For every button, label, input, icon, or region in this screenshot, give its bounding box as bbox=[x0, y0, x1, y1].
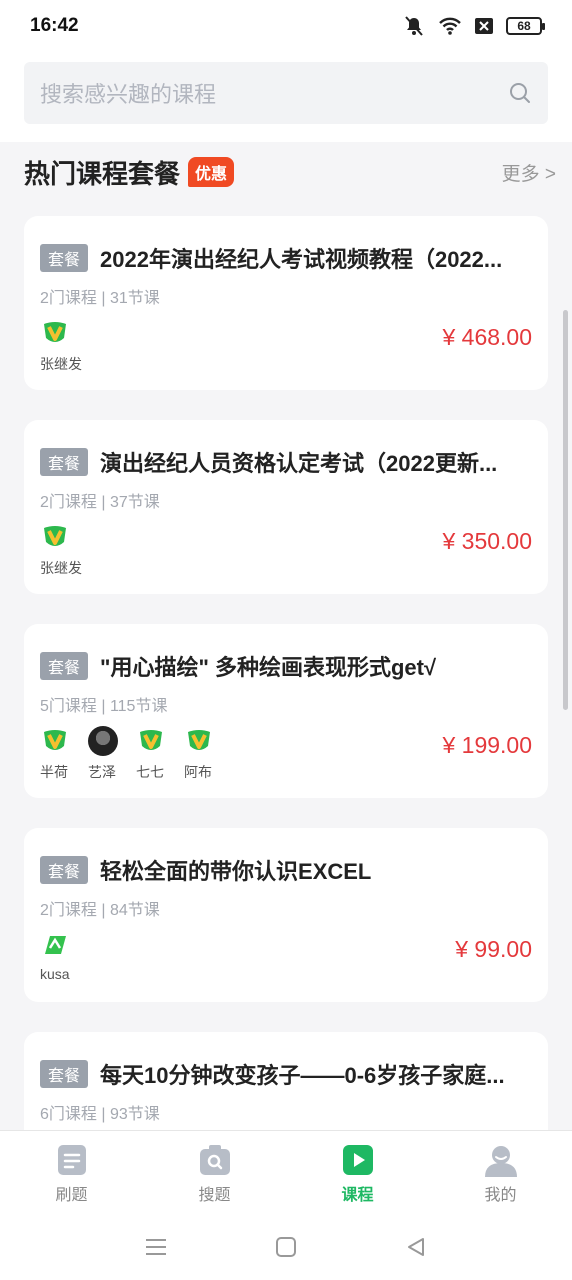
user-photo-avatar bbox=[88, 726, 118, 756]
section-header: 热门课程套餐 优惠 更多 > bbox=[24, 150, 556, 194]
section-title: 热门课程套餐 bbox=[24, 158, 181, 189]
teacher[interactable]: 阿布 bbox=[184, 726, 214, 782]
package-title: "用心描绘" 多种绘画表现形式get√ bbox=[100, 655, 437, 680]
discount-badge: 优惠 bbox=[188, 157, 235, 187]
package-list: 套餐 2022年演出经纪人考试视频教程（2022... 2门课程 | 31节课 … bbox=[24, 216, 548, 1236]
search-bar[interactable]: 搜索感兴趣的课程 bbox=[24, 62, 548, 124]
teacher[interactable]: 张继发 bbox=[40, 522, 82, 578]
teacher[interactable]: kusa bbox=[40, 930, 70, 982]
package-price: ¥ 99.00 bbox=[455, 936, 532, 962]
green-leaf-logo-icon bbox=[40, 930, 70, 960]
system-nav-bar bbox=[0, 1214, 572, 1280]
teacher[interactable]: 张继发 bbox=[40, 318, 82, 374]
package-title: 2022年演出经纪人考试视频教程（2022... bbox=[100, 247, 503, 272]
teacher-name: 半荷 bbox=[40, 764, 68, 780]
green-shield-logo-icon bbox=[40, 726, 70, 756]
package-title: 轻松全面的带你认识EXCEL bbox=[100, 859, 372, 884]
package-price: ¥ 199.00 bbox=[442, 732, 532, 758]
more-link[interactable]: 更多 > bbox=[502, 159, 556, 186]
camera-search-icon bbox=[199, 1145, 230, 1175]
teacher[interactable]: 艺泽 bbox=[88, 726, 118, 782]
user-icon bbox=[484, 1146, 517, 1177]
teacher-name: 艺泽 bbox=[88, 764, 116, 780]
package-title: 演出经纪人员资格认定考试（2022更新... bbox=[100, 451, 498, 476]
tab-label: 我的 bbox=[484, 1187, 517, 1204]
teacher-name: 张继发 bbox=[40, 560, 82, 576]
tab-label: 搜题 bbox=[198, 1187, 231, 1204]
scrollbar[interactable] bbox=[563, 310, 568, 710]
menu-icon[interactable] bbox=[145, 1237, 167, 1257]
no-sim-icon bbox=[475, 18, 493, 34]
battery-indicator: 68 bbox=[506, 17, 545, 35]
wifi-icon bbox=[439, 17, 461, 35]
green-shield-logo-icon bbox=[136, 726, 166, 756]
package-meta: 2门课程 | 31节课 bbox=[40, 290, 160, 307]
tab-search-question[interactable]: 搜题 bbox=[143, 1131, 286, 1214]
teacher[interactable]: 七七 bbox=[136, 726, 166, 782]
tab-courses[interactable]: 课程 bbox=[286, 1131, 429, 1214]
tab-label: 刷题 bbox=[55, 1187, 88, 1204]
green-shield-logo-icon bbox=[184, 726, 214, 756]
teacher-name: 阿布 bbox=[184, 764, 212, 780]
teacher-name: 张继发 bbox=[40, 356, 82, 372]
tab-practice[interactable]: 刷题 bbox=[0, 1131, 143, 1214]
bottom-tab-bar: 刷题 搜题 课程 我的 bbox=[0, 1130, 572, 1214]
package-meta: 6门课程 | 93节课 bbox=[40, 1106, 160, 1123]
teacher-name: 七七 bbox=[136, 764, 164, 780]
package-meta: 2门课程 | 84节课 bbox=[40, 902, 160, 919]
package-tag: 套餐 bbox=[40, 652, 89, 680]
search-input[interactable]: 搜索感兴趣的课程 bbox=[40, 77, 508, 109]
package-card[interactable]: 套餐 2022年演出经纪人考试视频教程（2022... 2门课程 | 31节课 … bbox=[24, 216, 548, 390]
package-tag: 套餐 bbox=[40, 244, 89, 272]
battery-level: 68 bbox=[517, 19, 531, 33]
tab-profile[interactable]: 我的 bbox=[429, 1131, 572, 1214]
mute-bell-icon bbox=[405, 16, 423, 36]
tab-label: 课程 bbox=[341, 1187, 374, 1204]
green-shield-logo-icon bbox=[40, 318, 70, 348]
package-title: 每天10分钟改变孩子——0-6岁孩子家庭... bbox=[100, 1063, 505, 1088]
home-icon[interactable] bbox=[275, 1236, 297, 1258]
package-price: ¥ 350.00 bbox=[442, 528, 532, 554]
green-shield-logo-icon bbox=[40, 522, 70, 552]
package-price: ¥ 468.00 bbox=[442, 324, 532, 350]
package-meta: 5门课程 | 115节课 bbox=[40, 698, 168, 715]
back-icon[interactable] bbox=[405, 1236, 427, 1258]
package-meta: 2门课程 | 37节课 bbox=[40, 494, 160, 511]
package-card[interactable]: 套餐 轻松全面的带你认识EXCEL 2门课程 | 84节课 kusa ¥ 99.… bbox=[24, 828, 548, 1002]
package-card[interactable]: 套餐 "用心描绘" 多种绘画表现形式get√ 5门课程 | 115节课 半荷 艺… bbox=[24, 624, 548, 798]
header: 搜索感兴趣的课程 bbox=[0, 52, 572, 142]
status-bar: 16:42 68 bbox=[0, 0, 572, 52]
teacher-name: kusa bbox=[40, 966, 70, 982]
package-card[interactable]: 套餐 演出经纪人员资格认定考试（2022更新... 2门课程 | 37节课 张继… bbox=[24, 420, 548, 594]
status-icons: 68 bbox=[402, 15, 545, 37]
document-icon bbox=[57, 1145, 86, 1175]
teacher[interactable]: 半荷 bbox=[40, 726, 70, 782]
status-time: 16:42 bbox=[30, 15, 79, 36]
package-tag: 套餐 bbox=[40, 448, 89, 476]
search-icon[interactable] bbox=[508, 81, 532, 105]
package-tag: 套餐 bbox=[40, 856, 89, 884]
play-icon bbox=[342, 1145, 373, 1175]
package-tag: 套餐 bbox=[40, 1060, 89, 1088]
